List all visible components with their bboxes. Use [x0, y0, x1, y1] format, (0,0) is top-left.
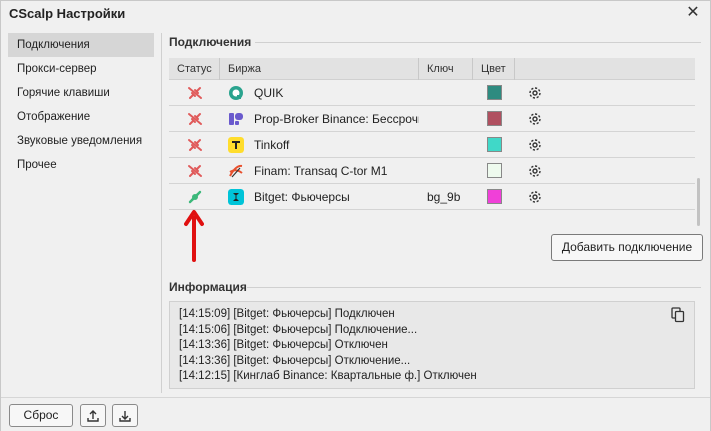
red-arrow-annotation-icon	[184, 210, 204, 262]
column-header-status[interactable]: Статус	[169, 58, 220, 80]
info-log[interactable]: [14:15:09] [Bitget: Фьючерсы] Подключен …	[169, 301, 695, 389]
tinkoff-logo-icon	[228, 136, 244, 153]
status-disconnected-icon	[169, 137, 220, 153]
upload-icon[interactable]	[80, 404, 106, 427]
connections-section-title: Подключения	[169, 35, 252, 49]
title-bar: CScalp Настройки ✕	[1, 1, 710, 27]
status-disconnected-icon	[169, 85, 220, 101]
status-disconnected-icon	[169, 111, 220, 127]
sidebar-item-other[interactable]: Прочее	[8, 153, 154, 177]
bitget-logo-icon	[228, 188, 244, 205]
gear-icon[interactable]	[515, 164, 555, 178]
footer-bar: Сброс	[1, 397, 710, 431]
sidebar: Подключения Прокси-сервер Горячие клавиш…	[8, 33, 154, 393]
log-line: [14:13:36] [Bitget: Фьючерсы] Отключен	[179, 339, 388, 351]
section-divider	[247, 287, 701, 288]
status-connected-icon	[169, 189, 220, 205]
sidebar-item-connections[interactable]: Подключения	[8, 33, 154, 57]
sidebar-item-proxy[interactable]: Прокси-сервер	[8, 57, 154, 81]
table-scrollbar[interactable]	[697, 178, 700, 226]
gear-icon[interactable]	[515, 190, 555, 204]
finam-logo-icon	[229, 164, 243, 177]
settings-window: CScalp Настройки ✕ Подключения Прокси-се…	[0, 0, 711, 431]
color-swatch[interactable]	[486, 189, 502, 204]
color-swatch[interactable]	[486, 137, 502, 152]
table-row[interactable]: Finam: Transaq C-tor M1	[169, 158, 695, 184]
exchange-name: Prop-Broker Binance: Бессрочные	[254, 111, 419, 126]
download-icon[interactable]	[112, 404, 138, 427]
copy-icon[interactable]	[671, 307, 685, 326]
log-line: [14:12:15] [Кинглаб Binance: Квартальные…	[179, 370, 477, 382]
status-disconnected-icon	[169, 163, 220, 179]
column-header-settings	[515, 58, 695, 80]
exchange-name: Finam: Transaq C-tor M1	[254, 163, 388, 178]
reset-button[interactable]: Сброс	[9, 404, 73, 427]
window-title: CScalp Настройки	[9, 6, 126, 21]
sidebar-divider	[161, 33, 162, 393]
connections-table: Статус Биржа Ключ Цвет QUIK Prop-Broker …	[169, 58, 695, 211]
sidebar-item-sound-notifications[interactable]: Звуковые уведомления	[8, 129, 154, 153]
table-row[interactable]: Prop-Broker Binance: Бессрочные	[169, 106, 695, 132]
sidebar-item-hotkeys[interactable]: Горячие клавиши	[8, 81, 154, 105]
color-swatch[interactable]	[486, 85, 502, 100]
table-header: Статус Биржа Ключ Цвет	[169, 58, 695, 80]
column-header-exchange[interactable]: Биржа	[220, 58, 419, 80]
quik-logo-icon	[229, 85, 243, 100]
color-swatch[interactable]	[486, 111, 502, 126]
gear-icon[interactable]	[515, 112, 555, 126]
log-line: [14:15:09] [Bitget: Фьючерсы] Подключен	[179, 308, 395, 320]
exchange-name: Bitget: Фьючерсы	[254, 189, 350, 204]
exchange-name: QUIK	[254, 85, 284, 100]
table-row[interactable]: Bitget: Фьючерсы bg_9b	[169, 184, 695, 210]
column-header-key[interactable]: Ключ	[419, 58, 473, 80]
info-section-title: Информация	[169, 280, 247, 294]
sidebar-item-display[interactable]: Отображение	[8, 105, 154, 129]
close-icon[interactable]: ✕	[684, 4, 702, 22]
table-row[interactable]: Tinkoff	[169, 132, 695, 158]
key-cell: bg_9b	[427, 189, 461, 204]
gear-icon[interactable]	[515, 138, 555, 152]
exchange-name: Tinkoff	[254, 137, 290, 152]
column-header-color[interactable]: Цвет	[473, 58, 515, 80]
gear-icon[interactable]	[515, 86, 555, 100]
log-line: [14:15:06] [Bitget: Фьючерсы] Подключени…	[179, 323, 418, 336]
section-divider	[255, 42, 701, 43]
log-line: [14:13:36] [Bitget: Фьючерсы] Отключение…	[179, 354, 411, 367]
prop-broker-logo-icon	[229, 112, 243, 125]
add-connection-button[interactable]: Добавить подключение	[551, 234, 703, 261]
table-row[interactable]: QUIK	[169, 80, 695, 106]
color-swatch[interactable]	[486, 163, 502, 178]
